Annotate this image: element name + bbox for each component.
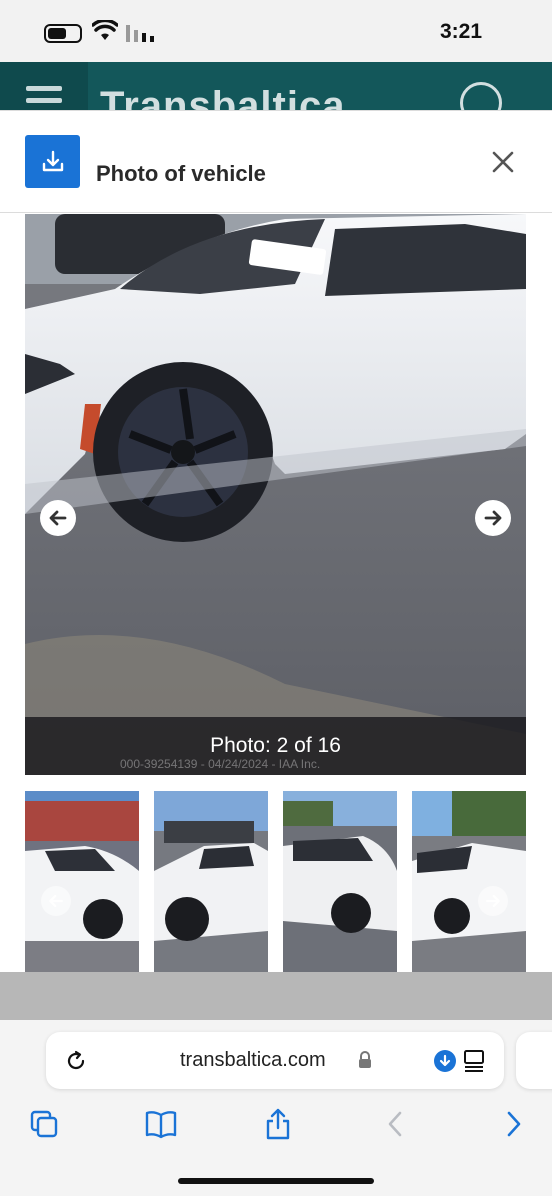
modal-header: Photo of vehicle: [0, 111, 552, 213]
close-icon[interactable]: [490, 149, 516, 175]
lock-icon: [359, 1051, 371, 1068]
modal-title: Photo of vehicle: [96, 161, 266, 186]
download-icon[interactable]: [434, 1050, 456, 1072]
thumb-next-button[interactable]: [478, 886, 508, 916]
back-icon: [388, 1111, 402, 1137]
photo-counter: Photo: 2 of 16: [210, 734, 341, 757]
reader-mode-icon[interactable]: [462, 1049, 486, 1073]
next-tab-preview[interactable]: [516, 1032, 552, 1089]
page-overlay: [0, 972, 552, 1020]
photo-viewer[interactable]: Photo: 2 of 16 000-39254139 - 04/24/2024…: [25, 214, 526, 775]
arrow-right-icon: [484, 510, 502, 526]
arrow-left-icon: [49, 894, 63, 908]
download-button[interactable]: [25, 135, 80, 188]
thumb-prev-button[interactable]: [41, 886, 71, 916]
forward-button[interactable]: [496, 1106, 532, 1142]
photo-watermark: 000-39254139 - 04/24/2024 - IAA Inc.: [120, 757, 321, 771]
share-button[interactable]: [260, 1106, 296, 1142]
download-icon: [42, 150, 63, 171]
address-bar[interactable]: transbaltica.com: [46, 1032, 504, 1089]
arrow-right-icon: [486, 894, 500, 908]
wifi-icon: [92, 20, 118, 40]
vehicle-photo: [25, 214, 526, 775]
url-text[interactable]: transbaltica.com: [180, 1049, 326, 1072]
battery-icon: [44, 24, 82, 43]
thumbnail-1[interactable]: [25, 791, 139, 972]
thumbnail-4[interactable]: [412, 791, 526, 972]
status-bar: 3:21: [0, 0, 552, 62]
prev-photo-button[interactable]: [40, 500, 76, 536]
browser-toolbar: transbaltica.com: [0, 1020, 552, 1196]
arrow-left-icon: [49, 510, 67, 526]
share-icon: [266, 1108, 290, 1140]
home-indicator[interactable]: [178, 1178, 374, 1184]
cellular-signal-icon: [126, 25, 154, 42]
bookmarks-icon: [145, 1111, 177, 1139]
thumbnail-2[interactable]: [154, 791, 268, 972]
bookmarks-button[interactable]: [143, 1106, 179, 1142]
photo-modal: Photo of vehicle Photo: 2 of 16 000-3925…: [0, 110, 552, 972]
clock: 3:21: [439, 20, 482, 43]
tabs-icon: [30, 1110, 58, 1138]
back-button[interactable]: [377, 1106, 413, 1142]
thumbnail-strip: [25, 791, 526, 972]
reload-icon[interactable]: [64, 1049, 88, 1073]
tabs-button[interactable]: [26, 1106, 62, 1142]
forward-icon: [507, 1111, 521, 1137]
photo-caption-bar: Photo: 2 of 16 000-39254139 - 04/24/2024…: [25, 717, 526, 775]
next-photo-button[interactable]: [475, 500, 511, 536]
thumbnail-3[interactable]: [283, 791, 397, 972]
